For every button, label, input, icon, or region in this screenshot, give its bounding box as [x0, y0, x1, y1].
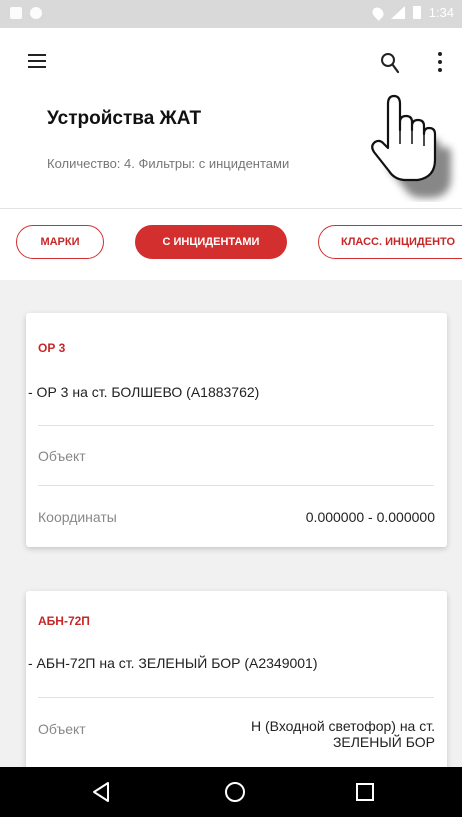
device-card[interactable]: АБН-72П - АБН-72П на ст. ЗЕЛЕНЫЙ БОР (A2… — [26, 591, 447, 767]
device-description: - ОР 3 на ст. БОЛШЕВО (A1883762) — [28, 384, 260, 400]
pointing-hand-icon — [371, 94, 451, 198]
chip-brands[interactable]: МАРКИ — [16, 225, 104, 259]
back-icon[interactable] — [88, 779, 114, 805]
filter-chip-bar: МАРКИ С ИНЦИДЕНТАМИ КЛАСС. ИНЦИДЕНТО — [0, 208, 462, 281]
device-card[interactable]: ОР 3 - ОР 3 на ст. БОЛШЕВО (A1883762) Об… — [26, 313, 447, 547]
device-description: - АБН-72П на ст. ЗЕЛЕНЫЙ БОР (A2349001) — [28, 655, 318, 671]
device-title: АБН-72П — [38, 614, 90, 628]
recents-icon[interactable] — [352, 779, 378, 805]
android-icon — [30, 7, 42, 19]
notification-icon — [10, 7, 22, 19]
battery-icon — [412, 6, 421, 19]
status-bar: 1:34 — [0, 0, 462, 28]
signal-icon — [390, 6, 405, 19]
object-value: Н (Входной светофор) на ст. ЗЕЛЕНЫЙ БОР — [251, 718, 435, 750]
status-time: 1:34 — [428, 5, 454, 20]
divider — [38, 697, 434, 698]
page-subtitle: Количество: 4. Фильтры: с инцидентами — [47, 156, 290, 171]
divider — [38, 425, 434, 426]
object-label: Объект — [38, 721, 86, 737]
notification-icons — [10, 7, 42, 19]
object-label: Объект — [38, 448, 86, 464]
page-title: Устройства ЖАТ — [47, 108, 202, 129]
search-icon[interactable] — [380, 52, 400, 74]
location-icon — [369, 4, 386, 21]
system-nav-bar — [0, 767, 462, 817]
object-value-line: Н (Входной светофор) на ст. — [250, 718, 435, 734]
home-icon[interactable] — [222, 779, 248, 805]
more-vert-icon[interactable] — [436, 52, 444, 72]
coordinates-value: 0.000000 - 0.000000 — [305, 509, 435, 525]
divider — [38, 485, 434, 486]
chip-incident-class[interactable]: КЛАСС. ИНЦИДЕНТО — [318, 225, 462, 259]
object-value-line: ЗЕЛЕНЫЙ БОР — [332, 734, 435, 750]
device-title: ОР 3 — [38, 341, 66, 355]
menu-icon[interactable] — [28, 54, 46, 68]
status-icons: 1:34 — [369, 4, 454, 21]
app-bar: Устройства ЖАТ Количество: 4. Фильтры: с… — [0, 28, 462, 218]
coordinates-label: Координаты — [38, 509, 117, 525]
chip-with-incidents[interactable]: С ИНЦИДЕНТАМИ — [135, 225, 287, 259]
device-list: ОР 3 - ОР 3 на ст. БОЛШЕВО (A1883762) Об… — [0, 280, 462, 767]
